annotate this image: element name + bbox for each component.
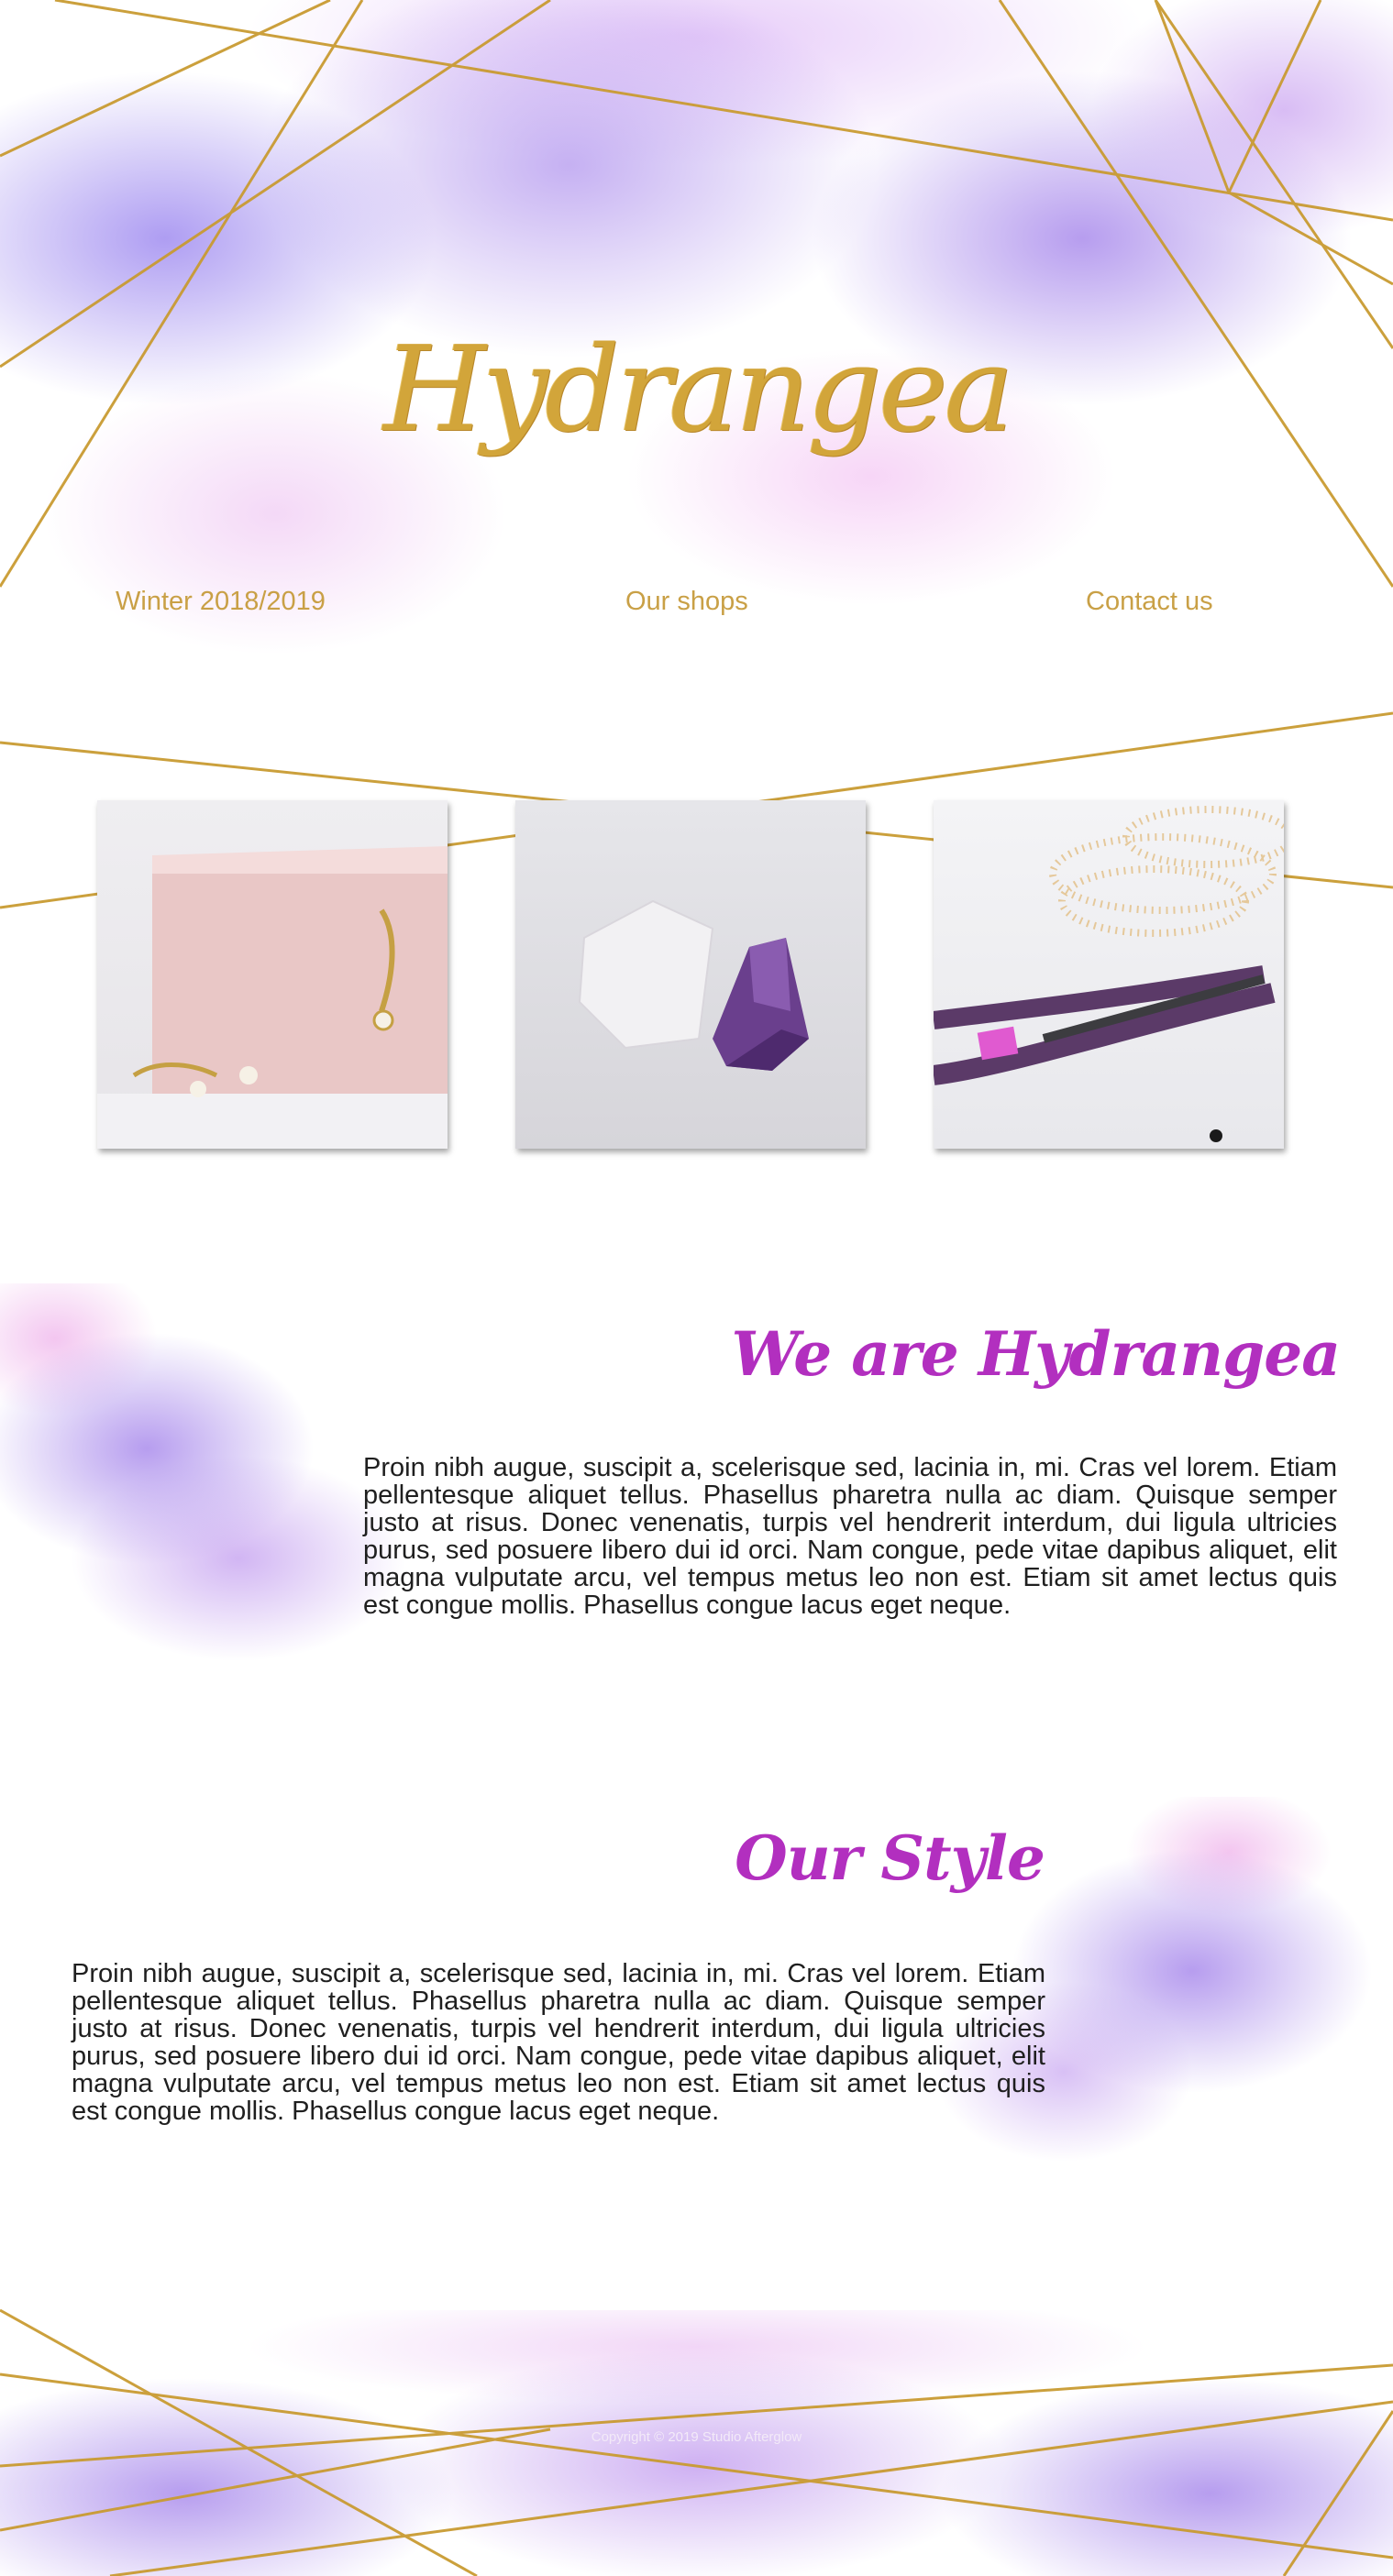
- gallery-photo-crystals[interactable]: [515, 800, 866, 1149]
- jewelry-box-earrings-photo: [97, 846, 448, 1149]
- nav-link-contact-us[interactable]: Contact us: [1086, 576, 1213, 627]
- style-paragraph: Proin nibh augue, suscipit a, scelerisqu…: [72, 1959, 1045, 2126]
- main-nav: Winter 2018/2019 Our shops Contact us: [0, 576, 1393, 627]
- nav-link-our-shops[interactable]: Our shops: [625, 576, 748, 627]
- about-heading: We are Hydrangea: [731, 1318, 1341, 1390]
- nav-link-winter-collection[interactable]: Winter 2018/2019: [116, 576, 326, 627]
- gallery-photo-pearls-pliers[interactable]: [934, 800, 1284, 1149]
- brand-logo[interactable]: Hydrangea: [383, 284, 1014, 495]
- style-heading: Our Style: [735, 1822, 1045, 1894]
- about-paragraph: Proin nibh augue, suscipit a, scelerisqu…: [363, 1453, 1337, 1620]
- crystals-photo: [578, 899, 809, 1071]
- footer-copyright: Copyright © 2019 Studio Afterglow: [591, 2429, 802, 2445]
- pearls-pliers-photo: [934, 806, 1284, 1142]
- gallery-photo-jewelry-box[interactable]: [97, 800, 448, 1149]
